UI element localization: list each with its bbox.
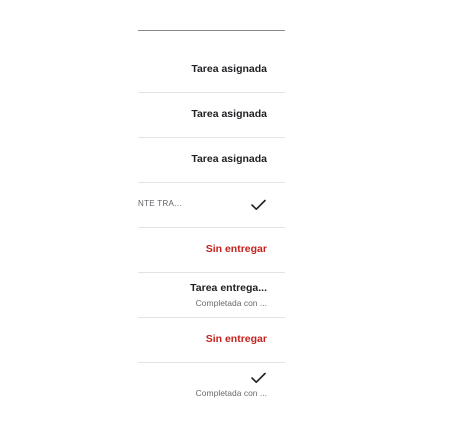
- grade-cell-row[interactable]: Tarea asignada: [138, 48, 285, 93]
- status-missing: Sin entregar: [205, 333, 267, 345]
- checkmark-icon: [251, 199, 266, 210]
- header-divider: [138, 30, 285, 31]
- grade-cell-row[interactable]: Completada con ...: [138, 363, 285, 408]
- checkmark-icon: [251, 372, 266, 383]
- status-assigned: Tarea asignada: [191, 108, 267, 120]
- grade-cell-row[interactable]: Tarea asignada: [138, 93, 285, 138]
- grade-cell-row[interactable]: Sin entregar: [138, 228, 285, 273]
- status-assigned: Tarea asignada: [191, 63, 267, 75]
- truncated-student-label: NTE TRA...: [138, 199, 182, 208]
- grade-cell-row[interactable]: Sin entregar: [138, 318, 285, 363]
- grade-cell-row[interactable]: Tarea entrega... Completada con ...: [138, 273, 285, 318]
- grade-cell-row[interactable]: NTE TRA...: [138, 183, 285, 228]
- status-subtext: Completada con ...: [195, 388, 267, 398]
- status-subtext: Completada con ...: [195, 298, 267, 308]
- status-assigned: Tarea asignada: [191, 153, 267, 165]
- status-missing: Sin entregar: [205, 243, 267, 255]
- status-turned-in: Tarea entrega...: [190, 282, 267, 294]
- grade-cell-row[interactable]: Tarea asignada: [138, 138, 285, 183]
